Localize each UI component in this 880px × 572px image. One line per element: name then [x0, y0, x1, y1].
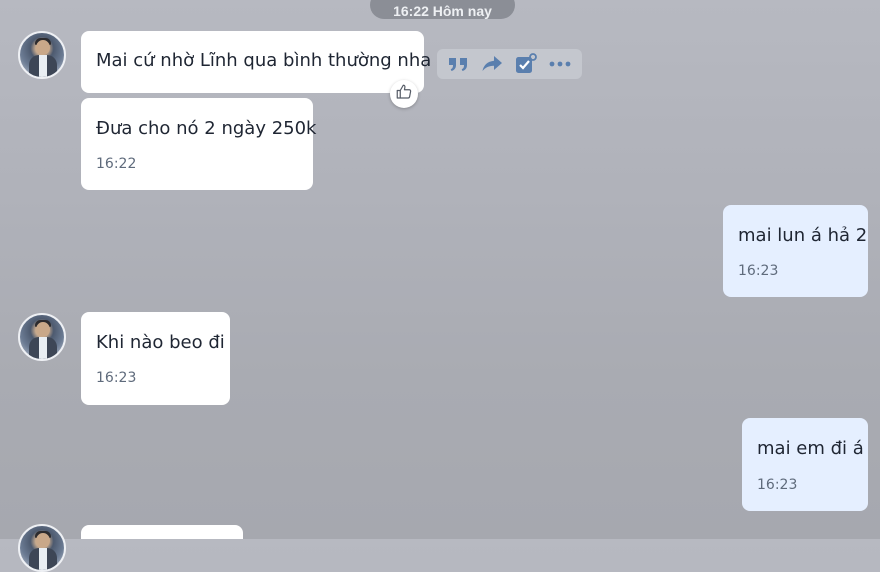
message-text: mai em đi á — [757, 438, 864, 459]
message-time: 16:23 — [96, 370, 137, 386]
reaction-button[interactable] — [390, 80, 418, 108]
avatar[interactable] — [18, 524, 66, 572]
message-bubble[interactable]: Khi nào beo đi 16:23 — [81, 312, 230, 405]
message-text: mai lun á hả 2 — [738, 225, 868, 246]
message-action-bar — [437, 49, 582, 79]
message-time: 16:22 — [96, 156, 137, 172]
message-bubble[interactable]: Đưa cho nó 2 ngày 250k 16:22 — [81, 98, 317, 190]
message-text: Khi nào beo đi — [96, 332, 225, 353]
message-bubble[interactable]: Mai cứ nhờ Lĩnh qua bình thường nha — [81, 31, 431, 93]
task-check-icon[interactable] — [513, 51, 539, 77]
quote-icon[interactable] — [445, 51, 471, 77]
message-time: 16:23 — [757, 477, 798, 493]
message-text: Mai cứ nhờ Lĩnh qua bình thường nha — [96, 50, 432, 71]
avatar[interactable] — [18, 313, 66, 361]
message-bubble[interactable]: mai lun á hả 2 16:23 — [723, 205, 868, 297]
like-icon — [395, 83, 413, 106]
avatar[interactable] — [18, 31, 66, 79]
message-bubble[interactable] — [81, 525, 243, 539]
message-time: 16:23 — [738, 263, 779, 279]
message-text: Đưa cho nó 2 ngày 250k — [96, 118, 317, 139]
more-icon[interactable] — [547, 51, 573, 77]
date-divider: 16:22 Hôm nay — [370, 0, 515, 19]
message-bubble[interactable]: mai em đi á 16:23 — [742, 418, 868, 511]
forward-icon[interactable] — [479, 51, 505, 77]
